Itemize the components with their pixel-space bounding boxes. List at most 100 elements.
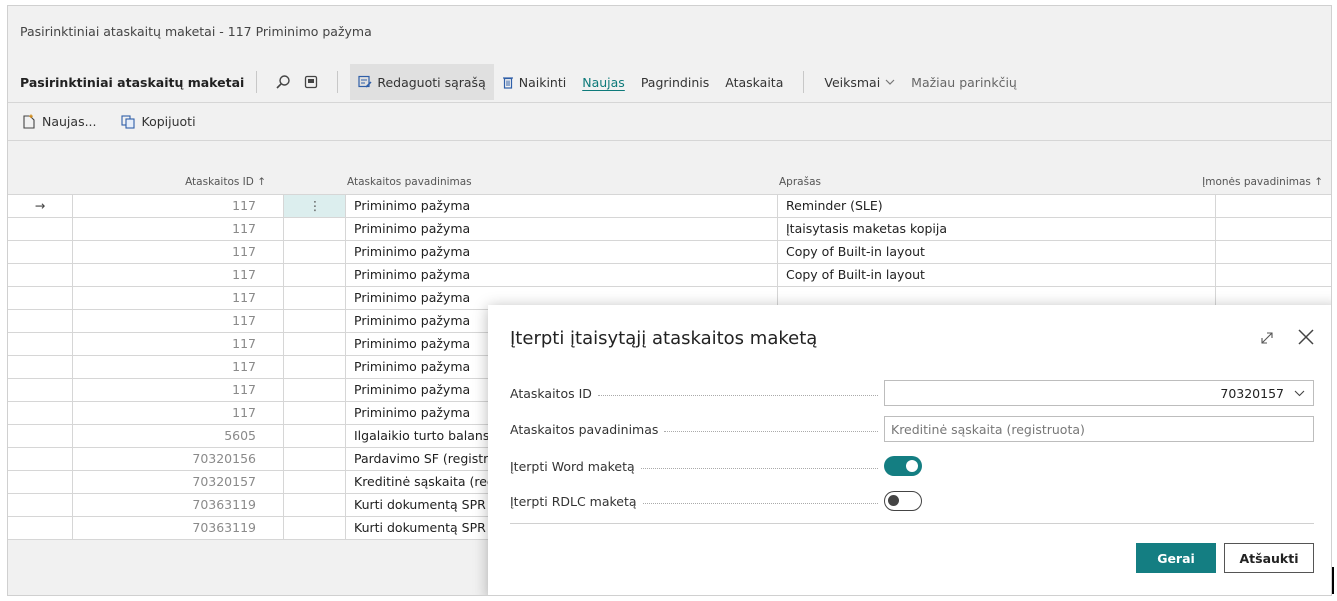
dialog-title: Įterpti įtaisytąjį ataskaitos maketą — [510, 328, 818, 349]
insert-rdlc-label-wrap: Įterpti RDLC maketą — [510, 494, 884, 509]
row-menu-cell[interactable] — [283, 264, 346, 286]
insert-layout-dialog: Įterpti įtaisytąjį ataskaitos maketą Ata… — [488, 305, 1331, 595]
report-id-label: Ataskaitos ID — [510, 385, 592, 401]
table-row[interactable]: 117 Priminimo pažyma Copy of Built-in layo… — [8, 264, 1331, 287]
row-indicator-cell — [8, 310, 72, 332]
row-indicator-cell — [8, 264, 72, 286]
row-menu-cell[interactable] — [283, 471, 346, 493]
row-indicator-cell — [8, 402, 72, 424]
insert-word-label: Įterpti Word maketą — [510, 458, 635, 474]
column-header-description[interactable]: Aprašas — [779, 176, 821, 188]
ok-button[interactable]: Gerai — [1136, 543, 1216, 573]
table-row[interactable]: 117 Priminimo pažyma Copy of Built-in layo… — [8, 241, 1331, 264]
row-menu-cell[interactable] — [283, 517, 346, 539]
report-id-cell: 117 — [72, 287, 266, 309]
report-id-row: Ataskaitos ID 70320157 — [510, 380, 1314, 406]
row-indicator-cell — [8, 471, 72, 493]
row-menu-cell[interactable]: ⋮ — [283, 195, 346, 217]
new-layout-label: Naujas... — [42, 114, 97, 129]
divider — [803, 71, 805, 93]
divider — [8, 140, 1331, 141]
description-cell: Copy of Built-in layout — [777, 241, 1215, 263]
insert-rdlc-label: Įterpti RDLC maketą — [510, 493, 637, 509]
row-menu-cell[interactable] — [283, 310, 346, 332]
table-row[interactable]: 117 Priminimo pažyma Įtaisytasis maketas k… — [8, 218, 1331, 241]
divider — [256, 71, 258, 93]
report-id-cell: 117 — [72, 379, 266, 401]
report-name-label: Ataskaitos pavadinimas — [510, 421, 659, 437]
copy-icon — [120, 114, 135, 129]
sub-action-bar: Naujas... Kopijuoti — [18, 110, 200, 133]
row-menu-cell[interactable] — [283, 379, 346, 401]
action-bar: Pasirinktiniai ataskaitų maketai Redaguo… — [8, 62, 1331, 102]
insert-rdlc-toggle[interactable] — [884, 491, 922, 511]
row-menu-cell[interactable] — [283, 241, 346, 263]
tab-report[interactable]: Ataskaita — [717, 64, 791, 100]
page-name-label: Pasirinktiniai ataskaitų maketai — [20, 74, 245, 90]
report-name-value: Kreditinė sąskaita (registruota) — [891, 421, 1085, 437]
report-id-cell: 117 — [72, 333, 266, 355]
insert-word-label-wrap: Įterpti Word maketą — [510, 459, 884, 474]
row-indicator-cell — [8, 425, 72, 447]
tab-home-label: Pagrindinis — [640, 74, 710, 90]
report-id-cell: 70320156 — [72, 448, 266, 470]
row-menu-cell[interactable] — [283, 218, 346, 240]
report-name-field[interactable]: Kreditinė sąskaita (registruota) — [884, 416, 1314, 442]
edit-list-label: Redaguoti sąrašą — [377, 74, 486, 90]
edit-list-button[interactable]: Redaguoti sąrašą — [350, 64, 494, 100]
tab-report-label: Ataskaita — [725, 74, 784, 90]
actions-menu[interactable]: Veiksmai — [816, 64, 903, 100]
report-id-field-wrap: 70320157 — [884, 380, 1314, 406]
search-icon[interactable] — [269, 68, 297, 96]
row-menu-cell[interactable] — [283, 494, 346, 516]
actions-label: Veiksmai — [824, 74, 881, 90]
chevron-down-icon — [1294, 390, 1305, 396]
report-name-cell: Priminimo pažyma — [345, 195, 777, 217]
column-header-report-name[interactable]: Ataskaitos pavadinimas — [347, 176, 472, 188]
row-menu-cell[interactable] — [283, 287, 346, 309]
report-id-cell: 5605 — [72, 425, 266, 447]
text-cursor — [1332, 567, 1334, 594]
edit-list-icon — [358, 75, 372, 88]
row-indicator-cell — [8, 333, 72, 355]
fewer-options-button[interactable]: Mažiau parinkčių — [903, 64, 1025, 100]
row-menu-cell[interactable] — [283, 356, 346, 378]
row-menu-cell[interactable] — [283, 425, 346, 447]
company-cell — [1215, 195, 1331, 217]
row-indicator-cell — [8, 241, 72, 263]
close-icon[interactable] — [1294, 325, 1318, 349]
insert-word-row: Įterpti Word maketą — [510, 453, 1314, 479]
tab-home[interactable]: Pagrindinis — [633, 64, 717, 100]
report-id-select[interactable]: 70320157 — [884, 380, 1314, 406]
row-menu-cell[interactable] — [283, 402, 346, 424]
report-id-cell: 117 — [72, 241, 266, 263]
copy-label: Kopijuoti — [141, 114, 196, 129]
report-id-cell: 117 — [72, 195, 266, 217]
report-id-cell: 117 — [72, 264, 266, 286]
row-indicator-cell — [8, 448, 72, 470]
report-id-value: 70320157 — [1220, 385, 1284, 401]
share-icon[interactable] — [297, 68, 325, 96]
trash-icon — [502, 77, 513, 89]
tab-new-label: Naujas — [582, 74, 625, 90]
description-cell: Reminder (SLE) — [777, 195, 1215, 217]
divider — [510, 523, 1314, 524]
cancel-button[interactable]: Atšaukti — [1224, 543, 1314, 573]
row-menu-cell[interactable] — [283, 333, 346, 355]
insert-word-field-wrap — [884, 453, 1314, 479]
row-indicator-cell — [8, 517, 72, 539]
delete-button[interactable]: Naikinti — [494, 64, 575, 100]
company-cell — [1215, 218, 1331, 240]
report-id-cell: 117 — [72, 402, 266, 424]
table-row[interactable]: → 117 ⋮ Priminimo pažyma Reminder (SLE) — [8, 195, 1331, 218]
column-header-company[interactable]: Įmonės pavadinimas ↑ — [1202, 176, 1323, 188]
new-layout-button[interactable]: Naujas... — [18, 110, 101, 133]
tab-new[interactable]: Naujas — [574, 64, 633, 100]
row-menu-cell[interactable] — [283, 448, 346, 470]
copy-button[interactable]: Kopijuoti — [117, 110, 200, 133]
expand-icon[interactable] — [1256, 327, 1278, 349]
description-cell: Copy of Built-in layout — [777, 264, 1215, 286]
company-cell — [1215, 241, 1331, 263]
insert-word-toggle[interactable] — [884, 456, 922, 476]
column-header-report-id[interactable]: Ataskaitos ID ↑ — [72, 176, 266, 188]
